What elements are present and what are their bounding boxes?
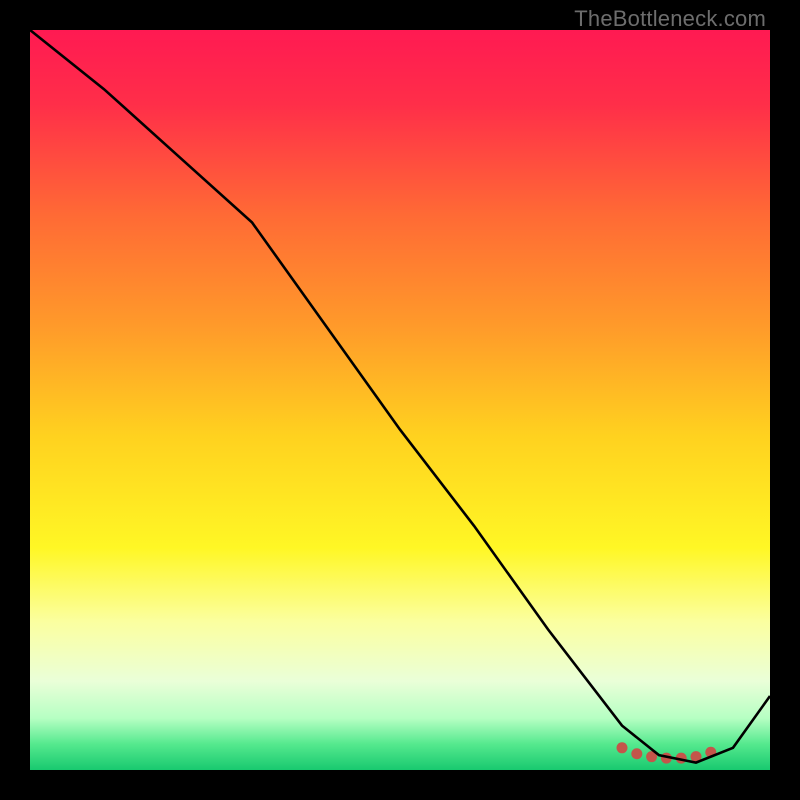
watermark-text: TheBottleneck.com: [574, 6, 766, 32]
gradient-background: [30, 30, 770, 770]
chart-frame: [30, 30, 770, 770]
data-marker: [631, 748, 642, 759]
bottleneck-chart: [30, 30, 770, 770]
data-marker: [617, 742, 628, 753]
